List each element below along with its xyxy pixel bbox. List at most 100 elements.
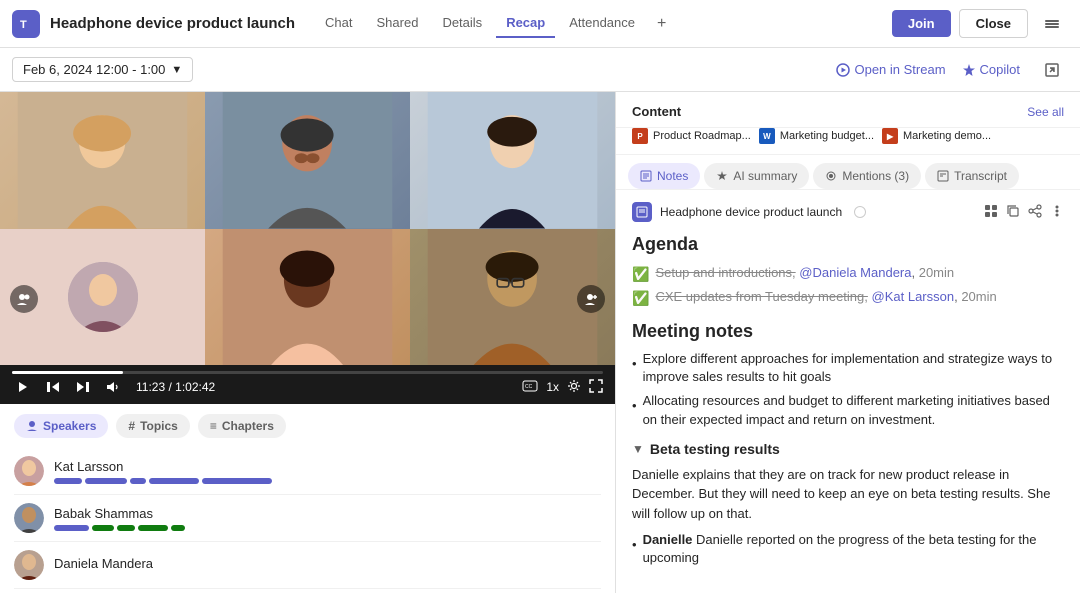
speaker-bars-1 — [54, 478, 601, 484]
chapters-tab[interactable]: ≡ Chapters — [198, 414, 286, 438]
agenda-mention-1[interactable]: @Daniela Mandera — [799, 265, 911, 280]
header-actions: Join Close — [892, 8, 1068, 40]
video-cell-5 — [205, 229, 410, 366]
beta-bullet: • Danielle Danielle reported on the prog… — [632, 531, 1064, 567]
speaker-avatar-2 — [14, 503, 44, 533]
copilot-button[interactable]: Copilot — [962, 62, 1020, 77]
fullscreen-icon[interactable] — [589, 379, 603, 396]
bar-seg — [92, 525, 114, 531]
notes-tab-transcript[interactable]: Transcript — [925, 163, 1019, 189]
tab-shared[interactable]: Shared — [367, 9, 429, 38]
main-content: 11:23 / 1:02:42 CC 1x — [0, 92, 1080, 593]
join-button[interactable]: Join — [892, 10, 951, 37]
tab-details[interactable]: Details — [432, 9, 492, 38]
video-cell-1 — [0, 92, 205, 229]
tab-recap[interactable]: Recap — [496, 9, 555, 38]
check-icon-1: ✅ — [632, 266, 649, 283]
word-icon: W — [759, 128, 775, 144]
ai-summary-label: AI summary — [733, 169, 797, 183]
progress-fill — [12, 371, 123, 374]
speed-label[interactable]: 1x — [546, 380, 559, 394]
beta-toggle[interactable]: ▼ Beta testing results — [632, 441, 1064, 457]
more-options-icon[interactable] — [1036, 8, 1068, 40]
video-corner-actions — [577, 285, 605, 313]
settings-icon[interactable] — [567, 379, 581, 396]
see-all-button[interactable]: See all — [1027, 105, 1064, 119]
participants-icon[interactable] — [10, 285, 38, 313]
speakers-tabs: Speakers # Topics ≡ Chapters — [0, 404, 615, 444]
more-icon[interactable] — [1050, 204, 1064, 221]
bar-seg — [171, 525, 185, 531]
volume-button[interactable] — [102, 378, 124, 396]
bullet-dot-2: • — [632, 397, 637, 428]
subheader-right: Open in Stream Copilot — [836, 54, 1068, 86]
share-icon[interactable] — [1028, 204, 1042, 221]
chevron-down-icon: ▼ — [171, 64, 182, 76]
video-cell-2 — [205, 92, 410, 229]
add-tab-button[interactable]: + — [649, 11, 674, 37]
note-header-row: Headphone device product launch — [632, 202, 1064, 222]
notes-tab-label: Notes — [657, 169, 688, 183]
close-button[interactable]: Close — [959, 9, 1028, 38]
open-in-stream-button[interactable]: Open in Stream — [836, 62, 945, 77]
date-picker[interactable]: Feb 6, 2024 12:00 - 1:00 ▼ — [12, 57, 193, 82]
progress-bar[interactable] — [12, 371, 603, 374]
meeting-title: Headphone device product launch — [50, 15, 295, 32]
bar-seg — [138, 525, 168, 531]
video-grid — [0, 92, 615, 365]
mentions-label: Mentions (3) — [842, 169, 909, 183]
notes-tab-ai[interactable]: AI summary — [704, 163, 809, 189]
topics-hash: # — [128, 419, 135, 433]
captions-button[interactable]: CC — [522, 380, 538, 395]
speaker-info-3: Daniela Mandera — [54, 556, 601, 575]
agenda-mention-2[interactable]: @Kat Larsson — [872, 289, 955, 304]
meeting-notes-text-1: Explore different approaches for impleme… — [643, 350, 1064, 386]
file-3[interactable]: ▶ Marketing demo... — [882, 128, 991, 144]
video-icon: ▶ — [882, 128, 898, 144]
rewind-button[interactable] — [42, 378, 64, 396]
copy-icon[interactable] — [1006, 204, 1020, 221]
video-row-1 — [0, 92, 615, 229]
speakers-panel: Speakers # Topics ≡ Chapters — [0, 404, 615, 593]
play-button[interactable] — [12, 378, 34, 396]
speaker-avatar-3 — [14, 550, 44, 580]
notes-tab-notes[interactable]: Notes — [628, 163, 700, 189]
grid-view-icon[interactable] — [984, 204, 998, 221]
speakers-tab[interactable]: Speakers — [14, 414, 108, 438]
speaker-row-2: Babak Shammas — [14, 495, 601, 542]
controls-row: 11:23 / 1:02:42 CC 1x — [12, 378, 603, 396]
bar-seg — [149, 478, 199, 484]
beta-bullet-text: Danielle Danielle reported on the progre… — [643, 531, 1064, 567]
bar-seg — [54, 478, 82, 484]
copilot-label: Copilot — [980, 62, 1020, 77]
video-cell-3 — [410, 92, 615, 229]
speaker-avatar-1 — [14, 456, 44, 486]
popout-icon[interactable] — [1036, 54, 1068, 86]
tab-chat[interactable]: Chat — [315, 9, 362, 38]
beta-bullet-dot: • — [632, 536, 637, 567]
file-1-name: Product Roadmap... — [653, 130, 751, 142]
chapters-tab-label: Chapters — [222, 419, 274, 433]
bar-seg — [130, 478, 146, 484]
header: T Headphone device product launch Chat S… — [0, 0, 1080, 48]
agenda-item-1-text: Setup and introductions, @Daniela Mander… — [655, 265, 954, 280]
topics-tab[interactable]: # Topics — [116, 414, 189, 438]
file-3-name: Marketing demo... — [903, 130, 991, 142]
forward-button[interactable] — [72, 378, 94, 396]
notes-tab-mentions[interactable]: Mentions (3) — [813, 163, 921, 189]
note-toolbar-actions — [984, 204, 1064, 221]
svg-text:T: T — [20, 19, 27, 31]
beta-section-title: Beta testing results — [650, 441, 780, 457]
date-range-label: Feb 6, 2024 12:00 - 1:00 — [23, 62, 165, 77]
meeting-notes-bullet-1: • Explore different approaches for imple… — [632, 350, 1064, 386]
file-2[interactable]: W Marketing budget... — [759, 128, 874, 144]
notes-tabs: Notes AI summary Mentions (3) Transcript — [616, 155, 1080, 190]
nav-tabs: Chat Shared Details Recap Attendance + — [315, 9, 892, 38]
note-meeting-title: Headphone device product launch — [660, 205, 842, 219]
bar-seg — [202, 478, 272, 484]
tab-attendance[interactable]: Attendance — [559, 9, 645, 38]
file-1[interactable]: P Product Roadmap... — [632, 128, 751, 144]
add-person-icon[interactable] — [577, 285, 605, 313]
speaker-bars-2 — [54, 525, 601, 531]
svg-text:CC: CC — [525, 384, 533, 390]
